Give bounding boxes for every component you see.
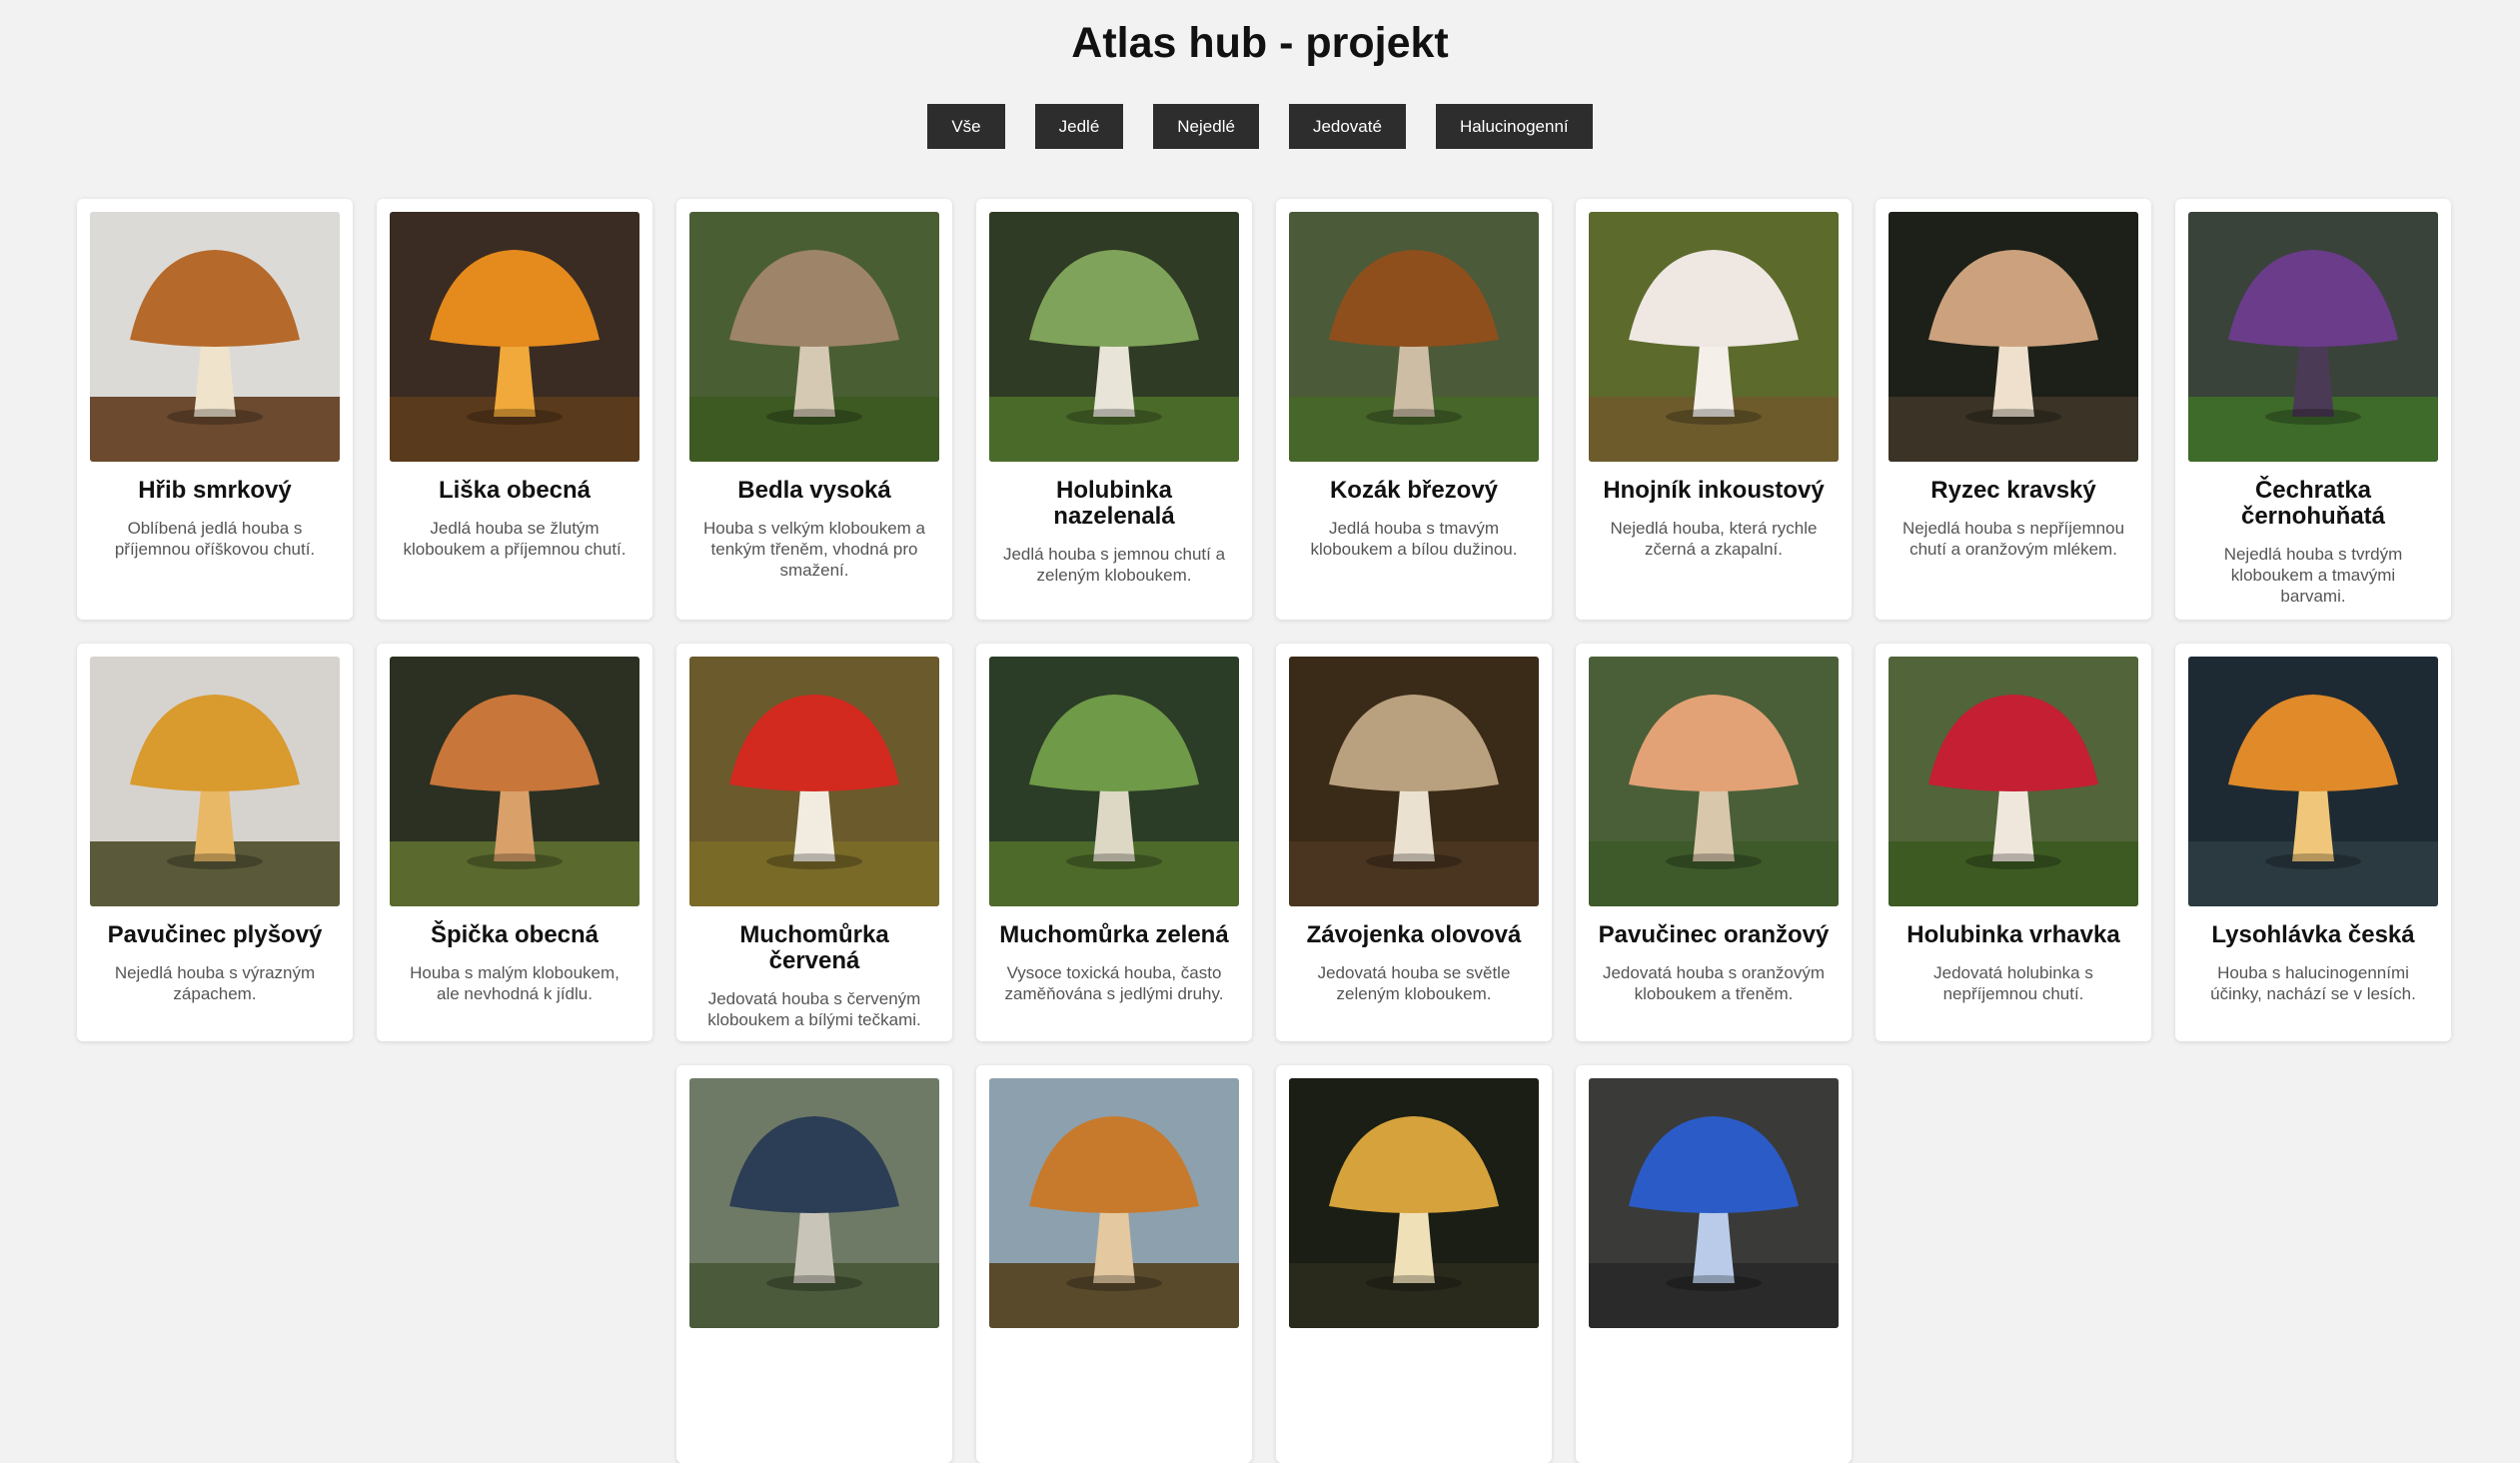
mushroom-description: Houba s malým kloboukem, ale nevhodná k … bbox=[410, 963, 620, 1003]
mushroom-card[interactable] bbox=[1576, 1065, 1852, 1463]
mushroom-description: Nejedlá houba s tvrdým kloboukem a tmavý… bbox=[2223, 545, 2403, 606]
mushroom-name: Holubinka nazelenalá bbox=[1053, 477, 1175, 530]
mushroom-name: Hřib smrkový bbox=[138, 477, 292, 504]
mushroom-description: Houba s velkým kloboukem a tenkým třeněm… bbox=[702, 519, 926, 580]
mushroom-card[interactable] bbox=[1276, 1065, 1552, 1463]
mushroom-name: Pavučinec plyšový bbox=[107, 921, 323, 948]
mushroom-photo bbox=[689, 212, 939, 462]
mushroom-name: Muchomůrka zelená bbox=[999, 921, 1229, 948]
mushroom-photo bbox=[1589, 657, 1839, 906]
mushroom-photo bbox=[2188, 657, 2438, 906]
mushroom-grid: Hřib smrkový Oblíbená jedlá houba s příje… bbox=[77, 199, 2451, 1463]
mushroom-card[interactable] bbox=[976, 1065, 1252, 1463]
mushroom-card[interactable]: Špička obecná Houba s malým kloboukem, al… bbox=[377, 644, 652, 1041]
mushroom-name: Pavučinec oranžový bbox=[1598, 921, 1830, 948]
mushroom-card[interactable]: Holubinka nazelenalá Jedlá houba s jemnou… bbox=[976, 199, 1252, 620]
mushroom-card[interactable]: Muchomůrka červená Jedovatá houba s červe… bbox=[676, 644, 952, 1041]
mushroom-description: Nejedlá houba s výrazným zápachem. bbox=[114, 963, 316, 1003]
mushroom-photo bbox=[1289, 212, 1539, 462]
filter-bar: Vše Jedlé Nejedlé Jedovaté Halucinogenní bbox=[0, 104, 2520, 149]
filter-poisonous-button[interactable]: Jedovaté bbox=[1288, 104, 1406, 149]
mushroom-description: Jedlá houba s jemnou chutí a zeleným klo… bbox=[1002, 545, 1226, 585]
mushroom-name: Muchomůrka červená bbox=[739, 921, 889, 974]
mushroom-photo bbox=[390, 212, 639, 462]
mushroom-description: Jedovatá holubinka s nepříjemnou chutí. bbox=[1933, 963, 2093, 1003]
mushroom-name: Kozák březový bbox=[1329, 477, 1499, 504]
mushroom-card[interactable]: Hnojník inkoustový Nejedlá houba, která r… bbox=[1576, 199, 1852, 620]
mushroom-description: Nejedlá houba, která rychle zčerná a zka… bbox=[1610, 519, 1818, 559]
mushroom-card[interactable]: Muchomůrka zelená Vysoce toxická houba, č… bbox=[976, 644, 1252, 1041]
filter-hallucinogenic-button[interactable]: Halucinogenní bbox=[1435, 104, 1593, 149]
mushroom-photo bbox=[90, 657, 340, 906]
mushroom-card[interactable]: Kozák březový Jedlá houba s tmavým klobou… bbox=[1276, 199, 1552, 620]
mushroom-description: Vysoce toxická houba, často zaměňována s… bbox=[1004, 963, 1224, 1003]
mushroom-card[interactable]: Pavučinec plyšový Nejedlá houba s výrazný… bbox=[77, 644, 353, 1041]
mushroom-description: Houba s halucinogenními účinky, nachází … bbox=[2210, 963, 2416, 1003]
filter-all-button[interactable]: Vše bbox=[927, 104, 1005, 149]
page-title: Atlas hub - projekt bbox=[1071, 19, 1449, 67]
mushroom-card[interactable]: Čechratka černohuňatá Nejedlá houba s tvr… bbox=[2175, 199, 2451, 620]
mushroom-name: Hnojník inkoustový bbox=[1603, 477, 1825, 504]
mushroom-name: Špička obecná bbox=[430, 921, 600, 948]
mushroom-photo bbox=[390, 657, 639, 906]
mushroom-photo bbox=[989, 1078, 1239, 1328]
mushroom-photo bbox=[989, 212, 1239, 462]
mushroom-card[interactable]: Lysohlávka česká Houba s halucinogenními … bbox=[2175, 644, 2451, 1041]
mushroom-name: Lysohlávka česká bbox=[2211, 921, 2415, 948]
mushroom-card[interactable]: Liška obecná Jedlá houba se žlutým klobou… bbox=[377, 199, 652, 620]
mushroom-card[interactable]: Ryzec kravský Nejedlá houba s nepříjemnou… bbox=[1876, 199, 2151, 620]
mushroom-description: Jedlá houba se žlutým kloboukem a příjem… bbox=[403, 519, 627, 559]
mushroom-photo bbox=[1289, 1078, 1539, 1328]
mushroom-description: Jedlá houba s tmavým kloboukem a bílou d… bbox=[1310, 519, 1518, 559]
mushroom-name: Ryzec kravský bbox=[1930, 477, 2096, 504]
mushroom-name: Bedla vysoká bbox=[737, 477, 891, 504]
mushroom-photo bbox=[1589, 1078, 1839, 1328]
mushroom-name: Závojenka olovová bbox=[1306, 921, 1522, 948]
mushroom-photo bbox=[1889, 212, 2138, 462]
filter-inedible-button[interactable]: Nejedlé bbox=[1153, 104, 1259, 149]
mushroom-card[interactable]: Pavučinec oranžový Jedovatá houba s oranž… bbox=[1576, 644, 1852, 1041]
mushroom-description: Jedovatá houba s oranžovým kloboukem a t… bbox=[1602, 963, 1826, 1003]
mushroom-name: Čechratka černohuňatá bbox=[2240, 477, 2386, 530]
mushroom-photo bbox=[1289, 657, 1539, 906]
mushroom-photo bbox=[1589, 212, 1839, 462]
mushroom-name: Liška obecná bbox=[438, 477, 592, 504]
mushroom-card[interactable] bbox=[676, 1065, 952, 1463]
mushroom-photo bbox=[689, 657, 939, 906]
mushroom-photo bbox=[689, 1078, 939, 1328]
mushroom-description: Nejedlá houba s nepříjemnou chutí a oran… bbox=[1901, 519, 2125, 559]
mushroom-card[interactable]: Bedla vysoká Houba s velkým kloboukem a t… bbox=[676, 199, 952, 620]
mushroom-name: Holubinka vrhavka bbox=[1906, 921, 2120, 948]
mushroom-photo bbox=[90, 212, 340, 462]
mushroom-photo bbox=[2188, 212, 2438, 462]
mushroom-card[interactable]: Závojenka olovová Jedovatá houba se světl… bbox=[1276, 644, 1552, 1041]
mushroom-description: Jedovatá houba s červeným kloboukem a bí… bbox=[707, 989, 921, 1029]
mushroom-description: Jedovatá houba se světle zeleným klobouk… bbox=[1317, 963, 1511, 1003]
mushroom-card[interactable]: Hřib smrkový Oblíbená jedlá houba s příje… bbox=[77, 199, 353, 620]
mushroom-description: Oblíbená jedlá houba s příjemnou oříškov… bbox=[114, 519, 316, 559]
filter-edible-button[interactable]: Jedlé bbox=[1034, 104, 1124, 149]
mushroom-card[interactable]: Holubinka vrhavka Jedovatá holubinka s ne… bbox=[1876, 644, 2151, 1041]
mushroom-photo bbox=[989, 657, 1239, 906]
mushroom-photo bbox=[1889, 657, 2138, 906]
